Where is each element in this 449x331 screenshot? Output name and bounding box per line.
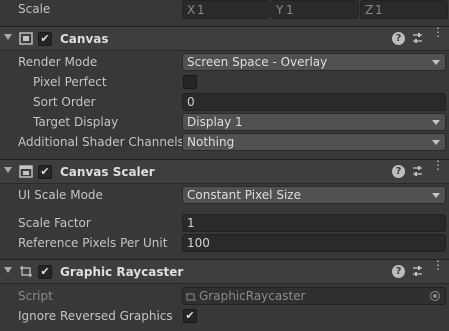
- chevron-down-icon: [432, 60, 440, 65]
- ui-scale-mode-value: Constant Pixel Size: [187, 188, 301, 202]
- target-display-label: Target Display: [33, 115, 119, 129]
- help-icon[interactable]: ?: [392, 265, 405, 278]
- axis-x-label: X: [187, 3, 196, 17]
- scale-x-field[interactable]: X 1: [182, 0, 270, 19]
- foldout-arrow-icon[interactable]: [4, 34, 12, 40]
- raycaster-icon: [20, 266, 32, 277]
- reference-ppu-label: Reference Pixels Per Unit: [18, 236, 168, 250]
- help-icon[interactable]: ?: [392, 165, 405, 178]
- axis-z-label: Z: [365, 3, 374, 17]
- canvas-scaler-component-header[interactable]: ✔ Canvas Scaler ? ⋮: [0, 159, 449, 184]
- ui-scale-mode-dropdown[interactable]: Constant Pixel Size: [182, 186, 446, 204]
- sort-order-label: Sort Order: [33, 95, 96, 109]
- shader-channels-value: Nothing: [187, 135, 235, 149]
- canvas-enabled-checkbox[interactable]: ✔: [38, 32, 52, 46]
- foldout-arrow-icon[interactable]: [4, 267, 12, 273]
- scale-y-value: 1: [286, 3, 294, 17]
- shader-channels-label: Additional Shader Channels: [18, 135, 184, 149]
- script-icon: [186, 293, 196, 301]
- canvas-scaler-icon: [19, 165, 33, 178]
- script-value: GraphicRaycaster: [199, 289, 306, 303]
- render-mode-label: Render Mode: [18, 55, 98, 69]
- script-label: Script: [18, 289, 53, 303]
- presets-icon[interactable]: [411, 265, 424, 278]
- graphic-raycaster-enabled-checkbox[interactable]: ✔: [38, 265, 52, 279]
- sort-order-field[interactable]: 0: [182, 93, 446, 111]
- scale-label: Scale: [18, 2, 51, 16]
- chevron-down-icon: [432, 120, 440, 125]
- help-icon[interactable]: ?: [392, 32, 405, 45]
- pixel-perfect-label: Pixel Perfect: [33, 75, 107, 89]
- ignore-reversed-graphics-checkbox[interactable]: ✔: [183, 309, 197, 323]
- presets-icon[interactable]: [411, 165, 424, 178]
- scale-z-value: 1: [375, 3, 383, 17]
- foldout-arrow-icon[interactable]: [4, 167, 12, 173]
- more-options-icon[interactable]: ⋮: [432, 26, 444, 46]
- graphic-raycaster-title: Graphic Raycaster: [60, 265, 184, 279]
- canvas-scaler-title: Canvas Scaler: [60, 165, 155, 179]
- scale-y-field[interactable]: Y 1: [271, 0, 359, 19]
- ui-scale-mode-label: UI Scale Mode: [18, 188, 103, 202]
- scale-x-value: 1: [197, 3, 205, 17]
- graphic-raycaster-component-header[interactable]: ✔ Graphic Raycaster ? ⋮: [0, 259, 449, 284]
- render-mode-dropdown[interactable]: Screen Space - Overlay: [182, 53, 446, 71]
- shader-channels-dropdown[interactable]: Nothing: [182, 133, 446, 151]
- axis-y-label: Y: [276, 3, 284, 17]
- scale-factor-field[interactable]: 1: [182, 214, 446, 232]
- ignore-reversed-graphics-label: Ignore Reversed Graphics: [18, 309, 173, 323]
- target-display-value: Display 1: [187, 115, 243, 129]
- presets-icon[interactable]: [411, 32, 424, 45]
- render-mode-value: Screen Space - Overlay: [187, 55, 328, 69]
- chevron-down-icon: [432, 140, 440, 145]
- reference-ppu-field[interactable]: 100: [182, 234, 446, 252]
- more-options-icon[interactable]: ⋮: [432, 159, 444, 179]
- pixel-perfect-checkbox[interactable]: [183, 75, 197, 89]
- script-field: GraphicRaycaster: [182, 287, 446, 305]
- canvas-scaler-enabled-checkbox[interactable]: ✔: [38, 165, 52, 179]
- object-picker-icon[interactable]: [430, 291, 440, 301]
- canvas-title: Canvas: [60, 32, 109, 46]
- canvas-icon: [19, 32, 33, 45]
- target-display-dropdown[interactable]: Display 1: [182, 113, 446, 131]
- canvas-component-header[interactable]: ✔ Canvas ? ⋮: [0, 26, 449, 51]
- scale-factor-label: Scale Factor: [18, 216, 91, 230]
- chevron-down-icon: [432, 193, 440, 198]
- scale-z-field[interactable]: Z 1: [360, 0, 448, 19]
- more-options-icon[interactable]: ⋮: [432, 259, 444, 279]
